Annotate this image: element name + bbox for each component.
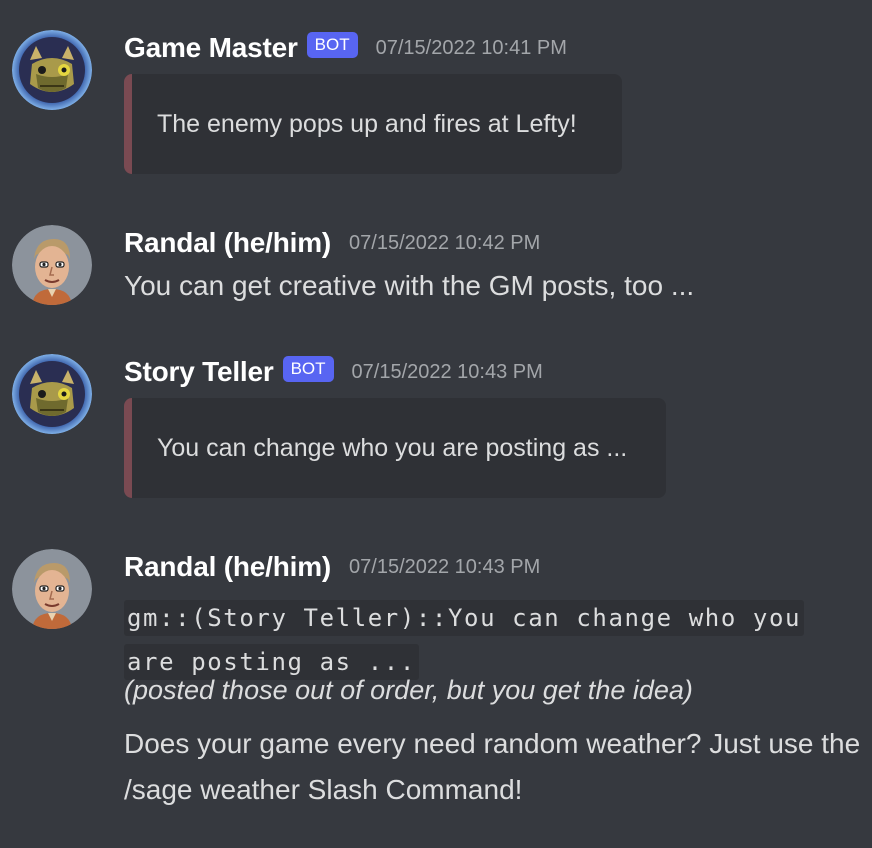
inline-code-block: gm::(Story Teller)::You can change who y…: [124, 596, 844, 684]
dragon-avatar-icon[interactable]: [12, 30, 92, 110]
chat-log: Game Master BOT 07/15/2022 10:41 PM The …: [0, 0, 872, 848]
bot-badge: BOT: [306, 32, 358, 58]
timestamp: 07/15/2022 10:41 PM: [375, 36, 567, 59]
message-header: Randal (he/him) 07/15/2022 10:43 PM: [124, 549, 540, 585]
timestamp: 07/15/2022 10:43 PM: [351, 360, 543, 383]
inline-code: gm::(Story Teller)::You can change who y…: [124, 600, 805, 680]
bot-badge: BOT: [282, 356, 334, 382]
message-text: You can get creative with the GM posts, …: [124, 270, 695, 301]
message-header: Game Master BOT 07/15/2022 10:41 PM: [124, 30, 567, 66]
man-portrait-avatar-icon[interactable]: [12, 549, 92, 629]
italic-note: (posted those out of order, but you get …: [124, 675, 693, 705]
man-portrait-avatar-icon[interactable]: [12, 225, 92, 305]
dragon-avatar-icon[interactable]: [12, 354, 92, 434]
message-header: Story Teller BOT 07/15/2022 10:43 PM: [124, 354, 543, 390]
timestamp: 07/15/2022 10:43 PM: [349, 555, 541, 578]
author-name[interactable]: Game Master: [124, 32, 298, 64]
message-header: Randal (he/him) 07/15/2022 10:42 PM: [124, 225, 540, 261]
author-name[interactable]: Story Teller: [124, 356, 274, 388]
embed-card: You can change who you are posting as ..…: [124, 398, 666, 498]
message-text: Does your game every need random weather…: [124, 728, 861, 805]
embed-description: The enemy pops up and fires at Lefty!: [157, 109, 577, 138]
author-name[interactable]: Randal (he/him): [124, 551, 331, 583]
author-name[interactable]: Randal (he/him): [124, 227, 331, 259]
embed-card: The enemy pops up and fires at Lefty!: [124, 74, 622, 174]
embed-description: You can change who you are posting as ..…: [157, 433, 628, 462]
timestamp: 07/15/2022 10:42 PM: [349, 231, 541, 254]
